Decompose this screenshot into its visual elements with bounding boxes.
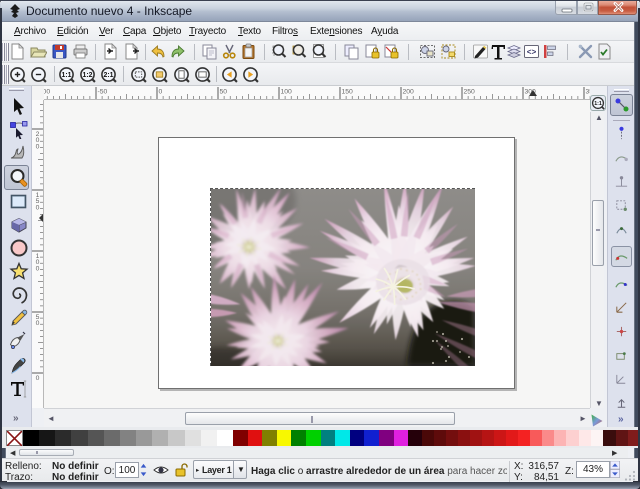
svg-text:1:1: 1:1 [594, 101, 602, 107]
svg-text:50: 50 [36, 314, 40, 327]
svg-text:150: 150 [342, 89, 354, 96]
svg-text:350: 350 [586, 89, 591, 96]
svg-text:200: 200 [36, 131, 40, 150]
svg-text:250: 250 [464, 89, 476, 96]
svg-text:100: 100 [281, 89, 293, 96]
svg-text:0: 0 [159, 89, 163, 96]
svg-text:100: 100 [36, 253, 40, 272]
svg-text:150: 150 [36, 192, 40, 211]
svg-text:-50: -50 [98, 89, 108, 96]
svg-text:1:2: 1:2 [83, 72, 93, 79]
svg-text:-100: -100 [44, 89, 50, 96]
svg-text:50: 50 [220, 89, 228, 96]
svg-text:200: 200 [403, 89, 415, 96]
svg-text:1:1: 1:1 [62, 72, 72, 79]
svg-text:2:1: 2:1 [104, 72, 114, 79]
svg-text:<>: <> [527, 49, 537, 58]
svg-text:0: 0 [36, 375, 40, 382]
